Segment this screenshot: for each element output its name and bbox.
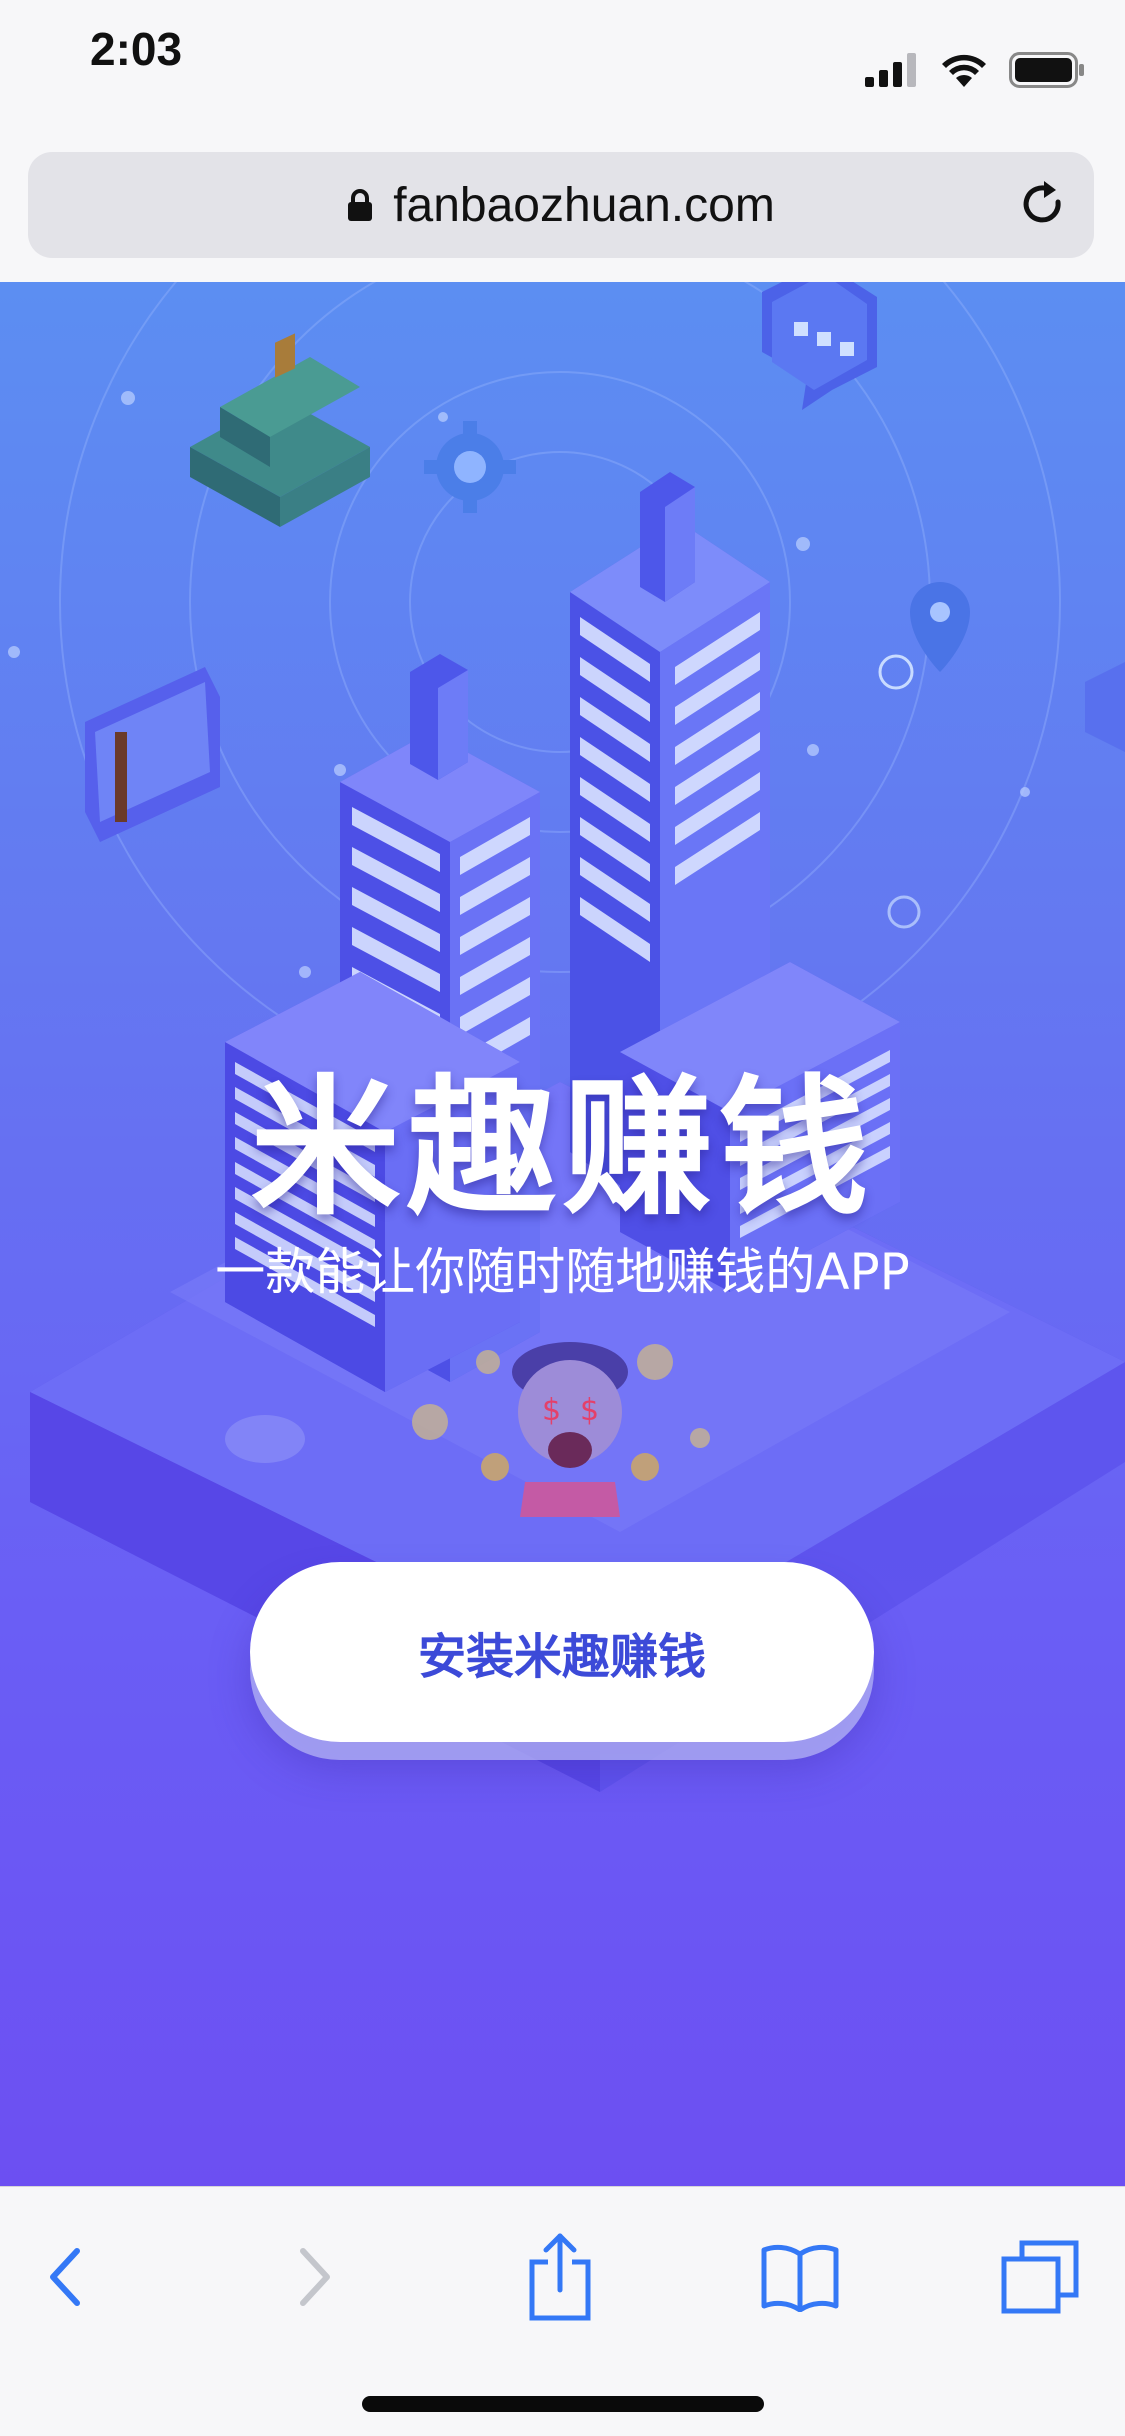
status-bar: 2:03 [0, 0, 1125, 130]
lock-icon [348, 189, 373, 221]
status-time: 2:03 [90, 23, 183, 75]
cellular-signal-icon [865, 53, 916, 87]
battery-icon [1009, 52, 1084, 88]
chevron-left-icon [50, 2248, 80, 2306]
share-button[interactable] [510, 2227, 610, 2327]
screen: 2:03 fanbaozhuan.com $ $ 米趣赚钱 一款能让你随时随地赚… [0, 0, 1125, 2436]
reload-icon[interactable] [1016, 178, 1070, 232]
svg-text:$: $ [580, 1393, 599, 1428]
home-indicator[interactable] [362, 2396, 764, 2412]
svg-text:$: $ [542, 1393, 561, 1428]
browser-address-area: fanbaozhuan.com [0, 130, 1125, 283]
back-button[interactable] [15, 2227, 115, 2327]
tabs-icon [1001, 2240, 1079, 2314]
status-icons [865, 50, 1085, 90]
hero-section: $ $ 米趣赚钱 一款能让你随时随地赚钱的APP 安装米趣赚钱 [0, 282, 1125, 2186]
install-app-button[interactable]: 安装米趣赚钱 [250, 1562, 874, 1742]
address-bar[interactable]: fanbaozhuan.com [28, 152, 1094, 258]
wifi-icon [942, 54, 986, 87]
forward-button[interactable] [265, 2227, 365, 2327]
app-tagline: 一款能让你随时随地赚钱的APP [215, 1243, 910, 1301]
app-title: 米趣赚钱 [250, 1062, 875, 1236]
share-icon [529, 2233, 591, 2321]
url-text: fanbaozhuan.com [393, 178, 775, 232]
tabs-button[interactable] [990, 2227, 1090, 2327]
chevron-right-icon [300, 2248, 330, 2306]
book-icon [761, 2244, 839, 2312]
url-display[interactable]: fanbaozhuan.com [28, 152, 1094, 258]
bookmarks-button[interactable] [750, 2227, 850, 2327]
